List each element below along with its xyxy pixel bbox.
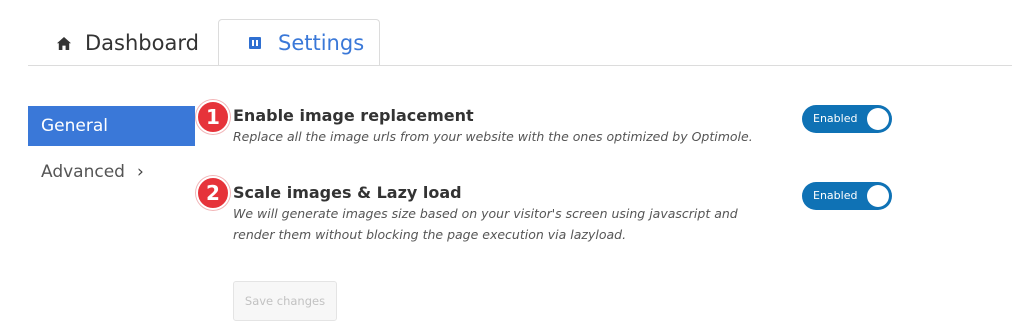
- tab-divider: [28, 65, 1012, 66]
- lazy-load-toggle[interactable]: Enabled: [802, 182, 892, 210]
- tab-dashboard[interactable]: Dashboard: [57, 26, 199, 60]
- setting-description: Replace all the image urls from your web…: [233, 129, 753, 144]
- settings-page: Dashboard Settings General Advanced › 1 …: [0, 0, 1024, 335]
- step-badge: 1: [196, 100, 230, 134]
- settings-icon: [249, 36, 261, 49]
- tab-settings[interactable]: Settings: [218, 19, 380, 66]
- sidebar-item-label: General: [41, 116, 108, 136]
- chevron-right-icon: ›: [136, 162, 144, 182]
- house-icon: [57, 36, 71, 50]
- step-badge: 2: [196, 176, 230, 210]
- save-changes-button[interactable]: Save changes: [233, 281, 337, 321]
- tab-dashboard-label: Dashboard: [85, 31, 199, 55]
- setting-description: We will generate images size based on yo…: [233, 206, 738, 242]
- sidebar-item-general[interactable]: General: [28, 106, 195, 146]
- toggle-knob: [867, 185, 889, 207]
- setting-title: Scale images & Lazy load: [233, 183, 462, 202]
- sidebar-item-label: Advanced: [41, 162, 125, 182]
- toggle-label: Enabled: [813, 112, 858, 125]
- image-replacement-toggle[interactable]: Enabled: [802, 105, 892, 133]
- toggle-label: Enabled: [813, 189, 858, 202]
- sidebar-item-advanced[interactable]: Advanced ›: [28, 152, 195, 192]
- tab-settings-label: Settings: [278, 30, 365, 55]
- setting-title: Enable image replacement: [233, 106, 474, 125]
- toggle-knob: [867, 108, 889, 130]
